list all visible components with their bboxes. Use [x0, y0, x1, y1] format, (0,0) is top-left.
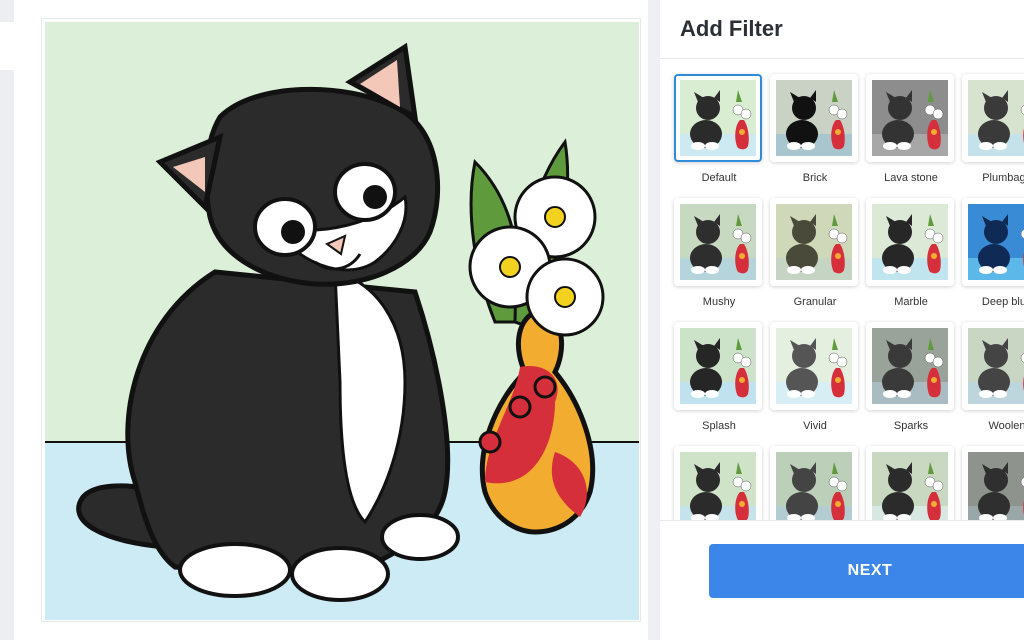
filter-tile[interactable]: Woolen	[962, 322, 1024, 432]
filter-tile[interactable]: Plumbage	[962, 74, 1024, 184]
filter-thumbnail	[674, 74, 762, 162]
next-button[interactable]: NEXT	[709, 544, 1024, 598]
panel-divider	[648, 0, 660, 640]
filter-label: Default	[701, 172, 737, 184]
filter-thumbnail	[866, 322, 954, 410]
filter-thumbnail	[770, 74, 858, 162]
filter-tile[interactable]: Vivid	[770, 322, 860, 432]
filter-tile[interactable]: Default	[674, 74, 764, 184]
filter-thumbnail	[674, 322, 762, 410]
filter-label: Brick	[802, 172, 828, 184]
filter-tile[interactable]	[674, 446, 764, 520]
filter-label: Marble	[894, 296, 928, 308]
sidebar-tab[interactable]	[0, 22, 14, 70]
filter-tile[interactable]	[770, 446, 860, 520]
filter-label: Plumbage	[982, 172, 1024, 184]
filter-tile[interactable]: Granular	[770, 198, 860, 308]
filter-label: Lava stone	[884, 172, 938, 184]
filter-thumbnail	[962, 198, 1024, 286]
filter-thumbnail	[866, 74, 954, 162]
filter-label: Sparks	[893, 420, 929, 432]
canvas-area	[14, 0, 648, 640]
filter-tile[interactable]	[866, 446, 956, 520]
filter-tile[interactable]: Marble	[866, 198, 956, 308]
filter-thumbnail	[770, 446, 858, 520]
filter-tile[interactable]: Brick	[770, 74, 860, 184]
filter-thumbnail	[674, 446, 762, 520]
filter-thumbnail	[866, 446, 954, 520]
title-divider	[660, 58, 1024, 59]
filter-label: Granular	[793, 296, 837, 308]
filter-tile[interactable]: Splash	[674, 322, 764, 432]
filter-thumbnail	[674, 198, 762, 286]
footer-divider	[660, 520, 1024, 521]
filter-thumbnail	[962, 74, 1024, 162]
filter-grid: Default Brick Lava stone Plumbage Mushy Granu…	[660, 60, 1024, 520]
artwork-preview	[41, 18, 641, 622]
filter-tile[interactable]: Lava stone	[866, 74, 956, 184]
filter-tile[interactable]: Sparks	[866, 322, 956, 432]
filter-label: Mushy	[702, 296, 736, 308]
filter-tile[interactable]: Deep blue	[962, 198, 1024, 308]
filter-thumbnail	[962, 322, 1024, 410]
filter-label: Splash	[702, 420, 736, 432]
filter-thumbnail	[770, 198, 858, 286]
filter-label: Woolen	[988, 420, 1024, 432]
filter-tile[interactable]: Mushy	[674, 198, 764, 308]
filter-label: Vivid	[803, 420, 827, 432]
filter-tile[interactable]	[962, 446, 1024, 520]
left-sidebar-strip	[0, 0, 14, 640]
filter-thumbnail	[962, 446, 1024, 520]
cat-with-vase-artwork	[45, 22, 639, 620]
filter-label: Deep blue	[981, 296, 1024, 308]
panel-title: Add Filter	[680, 16, 783, 41]
filter-thumbnail	[866, 198, 954, 286]
filter-panel: Add Filter Default Brick Lava stone Plumbag…	[660, 0, 1024, 640]
filter-thumbnail	[770, 322, 858, 410]
